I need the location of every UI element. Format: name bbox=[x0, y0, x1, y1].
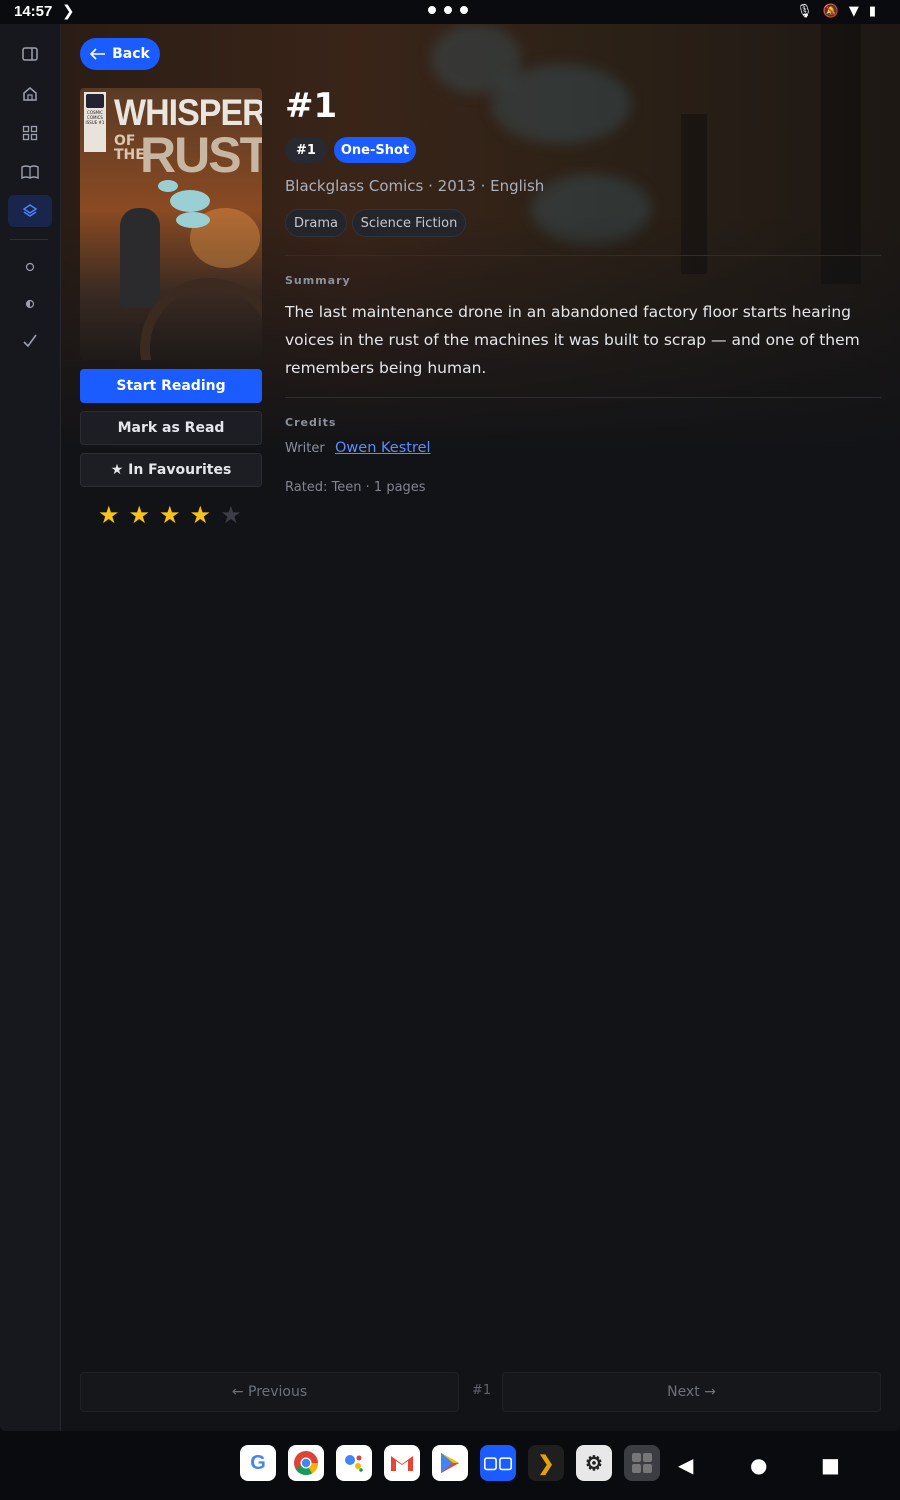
next-button[interactable]: Next → bbox=[502, 1372, 881, 1412]
cover-image[interactable]: COSMIC COMICS ISSUE #1 WHISPERS OFTHE RU… bbox=[80, 88, 262, 360]
nav-home-icon[interactable]: ● bbox=[750, 1453, 767, 1477]
battery-icon: ▮ bbox=[868, 4, 876, 19]
check-icon[interactable] bbox=[8, 325, 52, 357]
arrow-left-icon bbox=[90, 48, 106, 60]
google-app-icon[interactable]: G bbox=[240, 1445, 276, 1481]
book-meta: Blackglass Comics · 2013 · English bbox=[285, 177, 545, 195]
summary-label: Summary bbox=[285, 274, 351, 287]
backdrop-shape bbox=[531, 174, 651, 244]
rating-info: Rated: Teen · 1 pages bbox=[285, 480, 426, 495]
mark-as-read-button[interactable]: Mark as Read bbox=[80, 411, 262, 445]
backdrop-shape bbox=[681, 114, 707, 274]
cover-title-line2: RUST bbox=[140, 127, 262, 183]
layers-icon[interactable] bbox=[8, 195, 52, 227]
credits-label: Credits bbox=[285, 416, 337, 429]
star-icon[interactable]: ★ bbox=[220, 501, 242, 529]
sidebar bbox=[0, 24, 61, 1431]
favourites-button[interactable]: ★ In Favourites bbox=[80, 453, 262, 487]
home-icon[interactable] bbox=[8, 78, 52, 110]
writer-link[interactable]: Owen Kestrel bbox=[335, 440, 431, 456]
star-icon[interactable]: ★ bbox=[129, 501, 151, 529]
speech-bubble bbox=[170, 190, 210, 212]
credit-role: Writer bbox=[285, 441, 325, 456]
assistant-app-icon[interactable] bbox=[336, 1445, 372, 1481]
page-title: #1 bbox=[285, 86, 338, 126]
plex-app-icon[interactable]: ❯ bbox=[528, 1445, 564, 1481]
sidebar-divider bbox=[10, 239, 48, 240]
book-icon[interactable] bbox=[8, 156, 52, 188]
cover-publisher-badge: COSMIC COMICS ISSUE #1 bbox=[84, 92, 106, 152]
more-dots-icon bbox=[428, 6, 468, 14]
wifi-icon: ▼ bbox=[848, 4, 859, 19]
notifications-off-icon: 🔕 bbox=[822, 4, 839, 19]
speech-bubble bbox=[158, 180, 178, 192]
back-label: Back bbox=[112, 46, 150, 62]
start-reading-button[interactable]: Start Reading bbox=[80, 369, 262, 403]
grid-icon[interactable] bbox=[8, 117, 52, 149]
backdrop-shape bbox=[491, 64, 631, 144]
app-drawer-icon[interactable] bbox=[624, 1445, 660, 1481]
nav-recents-icon[interactable]: ■ bbox=[821, 1453, 840, 1477]
circle-icon[interactable] bbox=[8, 251, 52, 283]
divider bbox=[285, 397, 881, 398]
back-button[interactable]: Back bbox=[80, 38, 160, 70]
mic-off-icon: 🎙 bbox=[796, 4, 813, 19]
chevron-right-icon: ❯ bbox=[62, 2, 75, 20]
current-issue-number: #1 bbox=[472, 1383, 492, 1398]
half-circle-icon[interactable] bbox=[8, 288, 52, 320]
app-window: Back COSMIC COMICS ISSUE #1 WHISPERS OFT… bbox=[0, 24, 900, 1431]
settings-app-icon[interactable]: ⚙ bbox=[576, 1445, 612, 1481]
summary-text: The last maintenance drone in an abandon… bbox=[285, 303, 860, 377]
format-chip: One-Shot bbox=[334, 137, 416, 163]
sidebar-toggle-icon[interactable] bbox=[8, 38, 52, 70]
divider bbox=[285, 255, 881, 256]
backdrop-shape bbox=[821, 24, 861, 284]
gmail-app-icon[interactable] bbox=[384, 1445, 420, 1481]
chrome-app-icon[interactable] bbox=[288, 1445, 324, 1481]
genre-chip[interactable]: Science Fiction bbox=[352, 209, 466, 237]
status-time: 14:57 bbox=[14, 3, 53, 20]
star-icon[interactable]: ★ bbox=[159, 501, 181, 529]
play-store-app-icon[interactable] bbox=[432, 1445, 468, 1481]
star-icon[interactable]: ★ bbox=[98, 501, 120, 529]
status-bar: 14:57 ❯ 🎙 🔕 ▼ ▮ bbox=[0, 0, 900, 24]
reader-app-icon[interactable]: ▢▢ bbox=[480, 1445, 516, 1481]
taskbar: G ▢▢ ❯ ⚙ ◀ ● ■ bbox=[0, 1431, 900, 1500]
star-icon[interactable]: ★ bbox=[190, 501, 212, 529]
speech-bubble bbox=[176, 212, 210, 228]
previous-button[interactable]: ← Previous bbox=[80, 1372, 459, 1412]
genre-chip[interactable]: Drama bbox=[285, 209, 347, 237]
star-rating[interactable]: ★ ★ ★ ★ ★ bbox=[98, 501, 242, 529]
issue-chip: #1 bbox=[285, 137, 327, 163]
cover-art bbox=[120, 208, 160, 308]
status-icons: 🎙 🔕 ▼ ▮ bbox=[796, 4, 876, 19]
nav-back-icon[interactable]: ◀ bbox=[678, 1453, 693, 1477]
